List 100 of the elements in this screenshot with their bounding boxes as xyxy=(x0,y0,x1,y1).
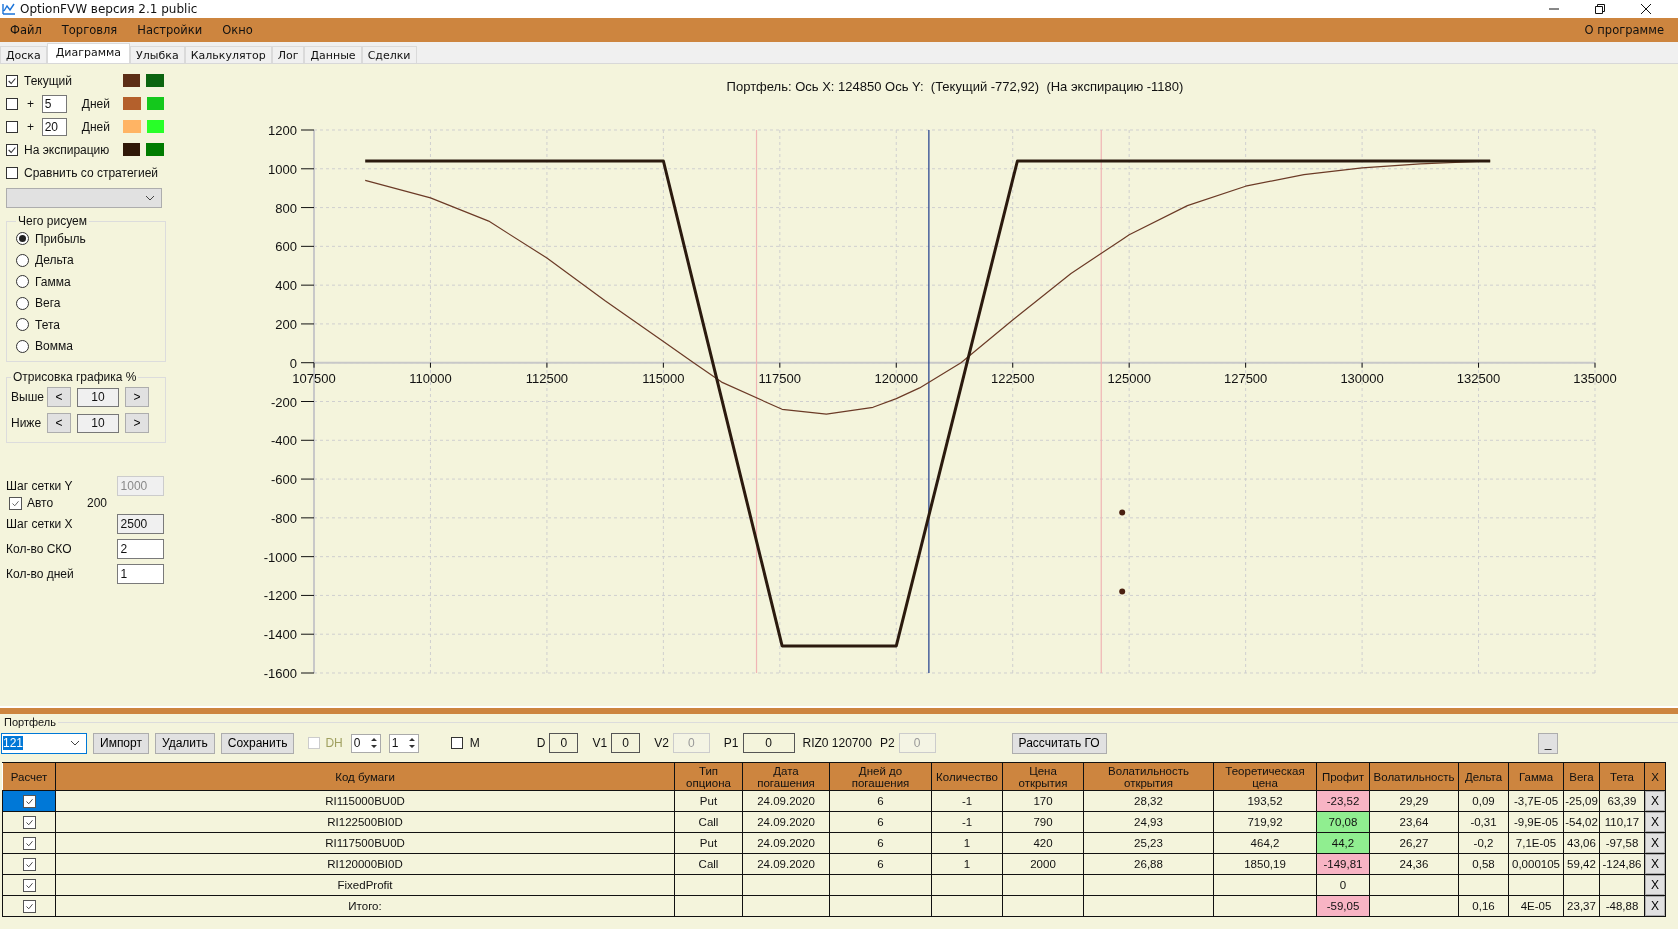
checkbox[interactable] xyxy=(6,166,18,179)
column-header[interactable]: Гамма xyxy=(1508,762,1564,791)
column-header[interactable]: Цена открытия xyxy=(1002,762,1084,791)
column-header[interactable]: Дней до погашения xyxy=(829,762,932,791)
radio-button[interactable] xyxy=(16,232,29,246)
tab[interactable]: Улыбка xyxy=(130,46,185,63)
days-input[interactable]: 5 xyxy=(41,94,67,113)
column-header[interactable]: Волатильность xyxy=(1369,762,1459,791)
increase-button[interactable]: > xyxy=(125,387,149,407)
tab[interactable]: Диаграмма xyxy=(46,43,131,63)
color-swatch[interactable] xyxy=(122,143,141,156)
input-field[interactable]: 1 xyxy=(116,563,164,584)
spinner-field[interactable]: 1 xyxy=(388,733,419,753)
value-field[interactable]: 10 xyxy=(77,387,119,407)
menu-item[interactable]: Файл xyxy=(0,23,52,37)
spinner-field[interactable]: 0 xyxy=(350,733,381,753)
table-cell[interactable] xyxy=(2,811,56,833)
calculate-button[interactable]: Рассчитать ГО xyxy=(1011,732,1107,754)
tab[interactable]: Доска xyxy=(0,46,47,63)
radio-button[interactable] xyxy=(16,318,29,332)
decrease-button[interactable]: < xyxy=(47,387,71,407)
decrease-button[interactable]: < xyxy=(47,413,71,433)
checkbox[interactable] xyxy=(22,794,36,808)
toolbar-button[interactable]: Сохранить xyxy=(220,732,295,754)
table-cell: RI117500BU0D xyxy=(55,832,675,854)
table-cell[interactable] xyxy=(2,790,56,812)
color-swatch[interactable] xyxy=(146,120,164,133)
menu-item[interactable]: Торговля xyxy=(51,23,128,37)
menu-item[interactable]: Настройки xyxy=(127,23,213,37)
checkbox[interactable] xyxy=(22,899,36,913)
column-header[interactable]: Тета xyxy=(1599,762,1645,791)
column-header[interactable]: Профит xyxy=(1316,762,1370,791)
column-header[interactable]: Количество xyxy=(931,762,1003,791)
input-field[interactable]: 0 xyxy=(611,733,641,753)
checkbox[interactable] xyxy=(22,857,36,871)
close-icon[interactable] xyxy=(1640,3,1652,15)
axis-tick-label: 0 xyxy=(289,355,297,371)
checkbox[interactable] xyxy=(22,836,36,850)
menu-item[interactable]: Окно xyxy=(212,23,263,37)
table-cell[interactable] xyxy=(2,895,56,917)
column-header[interactable]: Дельта xyxy=(1458,762,1509,791)
table-cell[interactable] xyxy=(2,874,56,896)
input-field[interactable]: 2500 xyxy=(116,513,164,534)
checkbox[interactable] xyxy=(9,496,22,510)
column-header[interactable]: Дата погашения xyxy=(742,762,830,791)
color-swatch[interactable] xyxy=(123,120,141,133)
column-header[interactable]: Волатильность открытия xyxy=(1083,762,1214,791)
menu-item[interactable]: О программе xyxy=(1574,23,1674,37)
radio-button[interactable] xyxy=(16,275,29,289)
axis-tick-label: 132500 xyxy=(1456,370,1501,386)
checkbox[interactable] xyxy=(22,815,36,829)
toolbar-button[interactable]: Импорт xyxy=(93,732,149,754)
input-field[interactable]: 0 xyxy=(549,733,579,753)
collapse-button[interactable]: _ xyxy=(1538,732,1558,754)
checkbox[interactable] xyxy=(22,878,36,892)
tab[interactable]: Лог xyxy=(271,46,305,63)
color-swatch[interactable] xyxy=(146,97,164,110)
checkbox[interactable] xyxy=(6,120,18,133)
radio-button[interactable] xyxy=(16,253,29,267)
toolbar-button[interactable]: Удалить xyxy=(154,732,215,754)
table-cell[interactable] xyxy=(2,853,56,875)
remove-row-button[interactable]: X xyxy=(1645,833,1665,853)
checkmark-icon xyxy=(7,144,17,155)
splitter-bar[interactable] xyxy=(0,706,1678,714)
radio-label: Прибыль xyxy=(35,231,86,246)
remove-row-button[interactable]: X xyxy=(1645,896,1665,916)
input-field[interactable]: 0 xyxy=(742,733,795,753)
column-header[interactable]: Вега xyxy=(1563,762,1600,791)
column-header[interactable]: Расчет xyxy=(2,762,56,791)
restore-icon[interactable] xyxy=(1594,3,1606,15)
remove-row-button[interactable]: X xyxy=(1645,812,1665,832)
column-header[interactable]: Теоретическая цена xyxy=(1213,762,1317,791)
column-header[interactable]: Тип опциона xyxy=(674,762,743,791)
color-swatch[interactable] xyxy=(123,97,141,110)
checkbox[interactable] xyxy=(6,74,18,87)
tab[interactable]: Калькулятор xyxy=(184,46,272,63)
radio-button[interactable] xyxy=(16,339,29,353)
column-header[interactable]: Код бумаги xyxy=(55,762,675,791)
color-swatch[interactable] xyxy=(122,74,141,87)
color-swatch[interactable] xyxy=(146,143,164,156)
tab[interactable]: Данные xyxy=(304,46,362,63)
days-input[interactable]: 20 xyxy=(41,117,67,136)
table-cell[interactable] xyxy=(2,832,56,854)
portfolio-dropdown[interactable]: 121 xyxy=(1,732,87,754)
column-header[interactable]: X xyxy=(1644,762,1666,791)
checkbox[interactable] xyxy=(6,97,18,110)
color-swatch[interactable] xyxy=(146,74,164,87)
remove-row-button[interactable]: X xyxy=(1645,791,1665,811)
increase-button[interactable]: > xyxy=(125,413,149,433)
remove-row-button[interactable]: X xyxy=(1645,854,1665,874)
value-field[interactable]: 10 xyxy=(77,413,119,433)
checkbox[interactable] xyxy=(450,737,463,749)
tab[interactable]: Сделки xyxy=(361,46,417,63)
checkbox[interactable] xyxy=(6,143,18,156)
radio-label: Дельта xyxy=(35,253,74,268)
input-field[interactable]: 2 xyxy=(116,538,164,559)
checkmark-icon xyxy=(24,901,34,911)
remove-row-button[interactable]: X xyxy=(1645,875,1665,895)
plus-label: + xyxy=(27,96,35,111)
radio-button[interactable] xyxy=(16,296,29,310)
